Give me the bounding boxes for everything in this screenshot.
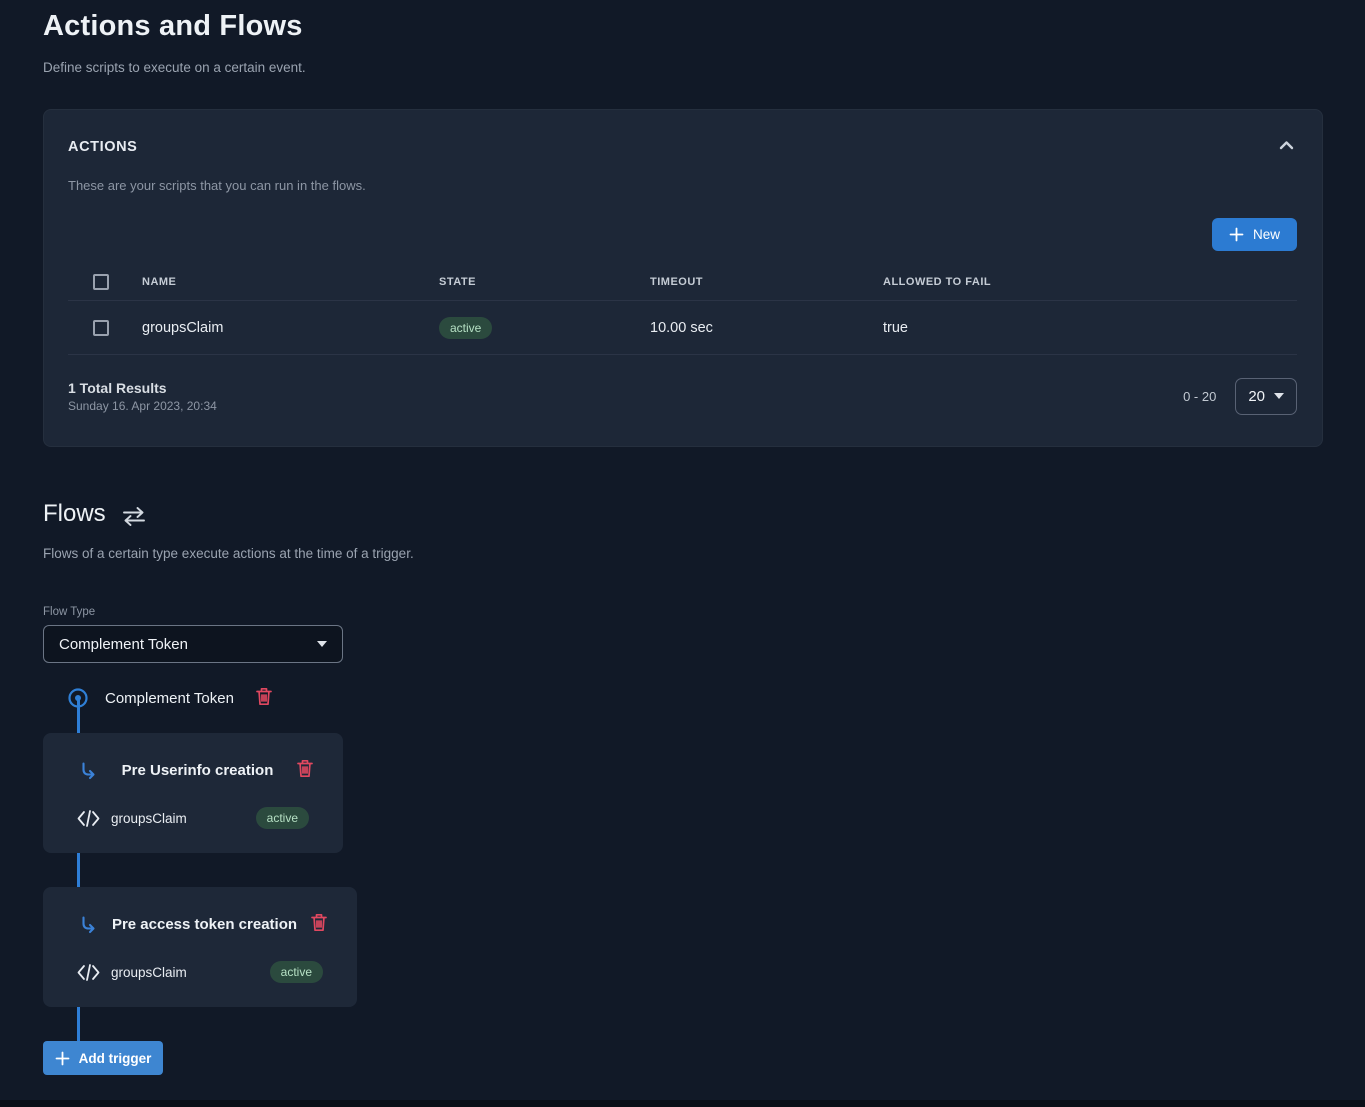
delete-flow-button[interactable] (256, 687, 272, 709)
collapse-card-button[interactable] (1276, 137, 1297, 156)
plus-icon (1229, 227, 1244, 242)
caret-down-icon (317, 641, 327, 647)
page-size-value: 20 (1248, 388, 1265, 405)
trigger-action-name: groupsClaim (111, 811, 187, 826)
actions-card: ACTIONS These are your scripts that you … (43, 109, 1323, 447)
trigger-action-row: groupsClaim active (43, 807, 343, 829)
trash-icon (256, 687, 272, 709)
row-checkbox[interactable] (93, 320, 109, 336)
action-timeout-cell: 10.00 sec (650, 320, 883, 336)
plus-icon (55, 1051, 70, 1066)
column-header-allowed-to-fail: ALLOWED TO FAIL (883, 276, 1297, 288)
table-footer: 1 Total Results Sunday 16. Apr 2023, 20:… (68, 370, 1297, 422)
actions-card-title: ACTIONS (68, 139, 137, 155)
flow-diagram: Complement Token (43, 687, 1322, 1075)
trigger-title: Pre Userinfo creation (98, 762, 297, 779)
results-summary: 1 Total Results Sunday 16. Apr 2023, 20:… (68, 380, 217, 413)
actions-toolbar: New (68, 218, 1297, 251)
column-header-state: STATE (439, 276, 650, 288)
trigger-node-icon (67, 687, 89, 709)
add-trigger-label: Add trigger (79, 1051, 152, 1066)
flow-type-label: Flow Type (43, 606, 1322, 618)
row-select-cell (68, 320, 142, 336)
table-row[interactable]: groupsClaim active 10.00 sec true (68, 301, 1297, 355)
action-name-cell: groupsClaim (142, 320, 439, 336)
swap-horizontal-icon (121, 507, 147, 526)
select-all-cell (68, 274, 142, 290)
status-badge: active (439, 317, 492, 339)
actions-table-header-row: NAME STATE TIMEOUT ALLOWED TO FAIL (68, 264, 1297, 301)
trash-icon (311, 913, 327, 935)
column-header-timeout: TIMEOUT (650, 276, 883, 288)
trigger-card-pre-userinfo[interactable]: Pre Userinfo creation (43, 733, 343, 853)
column-header-name: NAME (142, 276, 439, 288)
add-trigger-button[interactable]: Add trigger (43, 1041, 163, 1075)
action-allowed-to-fail-cell: true (883, 320, 1297, 336)
new-action-button[interactable]: New (1212, 218, 1297, 251)
trigger-card-header: Pre Userinfo creation (43, 759, 343, 781)
flow-type-select[interactable]: Complement Token (43, 625, 343, 663)
trigger-action-row: groupsClaim active (43, 961, 357, 983)
chevron-up-icon (1278, 139, 1295, 154)
status-badge: active (270, 961, 323, 983)
subdirectory-arrow-icon (79, 761, 98, 780)
delete-trigger-button[interactable] (311, 913, 327, 935)
action-state-cell: active (439, 317, 650, 339)
page-subtitle: Define scripts to execute on a certain e… (43, 60, 1322, 75)
status-badge: active (256, 807, 309, 829)
bottom-edge-strip (0, 1100, 1365, 1107)
actions-card-description: These are your scripts that you can run … (68, 178, 1297, 193)
flows-title: Flows (43, 500, 106, 528)
new-action-button-label: New (1253, 227, 1280, 242)
trigger-card-header: Pre access token creation (43, 913, 357, 935)
trigger-card-pre-access-token[interactable]: Pre access token creation (43, 887, 357, 1007)
page-size-select[interactable]: 20 (1235, 378, 1297, 415)
flows-subtitle: Flows of a certain type execute actions … (43, 546, 1322, 561)
pagination-range: 0 - 20 (1183, 389, 1216, 404)
actions-table: NAME STATE TIMEOUT ALLOWED TO FAIL group… (68, 264, 1297, 355)
flow-type-value: Complement Token (59, 636, 188, 653)
delete-trigger-button[interactable] (297, 759, 313, 781)
page-title: Actions and Flows (43, 10, 1322, 43)
flow-root-node: Complement Token (43, 687, 1322, 709)
total-results: 1 Total Results (68, 380, 217, 396)
subdirectory-arrow-icon (79, 915, 98, 934)
caret-down-icon (1274, 393, 1284, 399)
trigger-title: Pre access token creation (98, 916, 311, 933)
trigger-action-name: groupsClaim (111, 965, 187, 980)
code-icon (77, 963, 100, 982)
pagination: 0 - 20 20 (1183, 378, 1297, 415)
select-all-checkbox[interactable] (93, 274, 109, 290)
actions-card-header: ACTIONS (68, 137, 1297, 156)
trash-icon (297, 759, 313, 781)
flow-root-label: Complement Token (105, 690, 234, 707)
flows-header: Flows (43, 500, 1322, 528)
code-icon (77, 809, 100, 828)
results-timestamp: Sunday 16. Apr 2023, 20:34 (68, 399, 217, 413)
actions-and-flows-page: Actions and Flows Define scripts to exec… (0, 0, 1365, 1075)
